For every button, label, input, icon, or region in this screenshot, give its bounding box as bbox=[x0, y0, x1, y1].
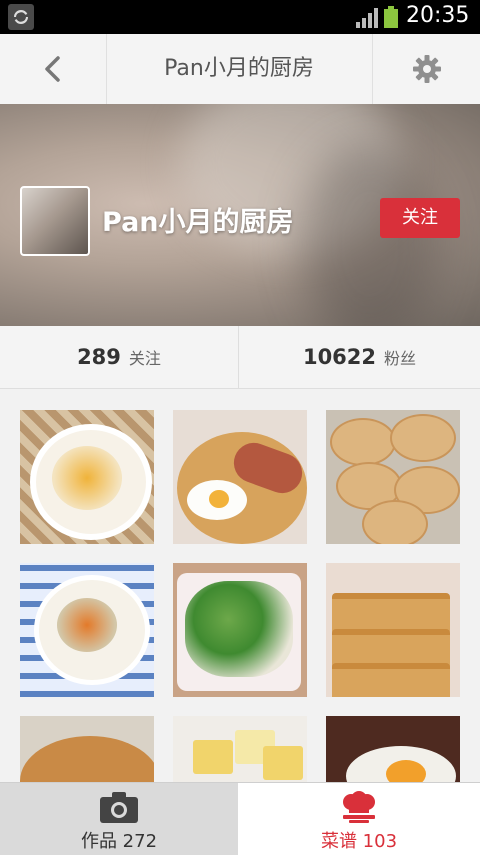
camera-icon bbox=[100, 792, 138, 823]
status-bar: 20:35 bbox=[0, 0, 480, 34]
recipe-thumbnail[interactable] bbox=[173, 716, 307, 782]
recipe-thumbnail[interactable] bbox=[326, 563, 460, 697]
recipe-thumbnail[interactable] bbox=[20, 563, 154, 697]
follow-button[interactable]: 关注 bbox=[380, 198, 460, 238]
stats-bar: 289 关注 10622 粉丝 bbox=[0, 326, 480, 389]
tab-works[interactable]: 作品 272 bbox=[0, 783, 238, 855]
chef-hat-icon bbox=[343, 791, 375, 823]
signal-icon bbox=[356, 8, 378, 28]
status-time: 20:35 bbox=[406, 3, 470, 28]
gear-icon bbox=[413, 55, 441, 83]
battery-icon bbox=[384, 6, 398, 28]
page-title: Pan小月的厨房 bbox=[164, 56, 314, 81]
recipe-thumbnail[interactable] bbox=[20, 716, 154, 782]
back-button[interactable] bbox=[0, 34, 107, 104]
following-count: 289 bbox=[77, 345, 121, 369]
settings-button[interactable] bbox=[372, 34, 480, 104]
bottom-tab-bar: 作品 272 菜谱 103 bbox=[0, 782, 480, 855]
recipe-thumbnail[interactable] bbox=[173, 410, 307, 544]
back-icon bbox=[45, 56, 60, 82]
tab-recipes-label: 菜谱 103 bbox=[320, 831, 398, 852]
recipe-grid bbox=[0, 390, 480, 782]
fans-stat[interactable]: 10622 粉丝 bbox=[239, 326, 480, 388]
profile-name: Pan小月的厨房 bbox=[102, 207, 294, 238]
avatar[interactable] bbox=[20, 186, 90, 256]
following-label: 关注 bbox=[128, 349, 161, 368]
recipe-thumbnail[interactable] bbox=[173, 563, 307, 697]
recipe-thumbnail[interactable] bbox=[326, 716, 460, 782]
recipe-thumbnail[interactable] bbox=[20, 410, 154, 544]
fans-label: 粉丝 bbox=[384, 349, 417, 368]
following-stat[interactable]: 289 关注 bbox=[0, 326, 239, 388]
sync-icon bbox=[8, 4, 34, 30]
tab-works-label: 作品 272 bbox=[80, 831, 158, 852]
fans-count: 10622 bbox=[302, 345, 377, 369]
top-bar: Pan小月的厨房 bbox=[0, 34, 480, 105]
recipe-thumbnail[interactable] bbox=[326, 410, 460, 544]
tab-recipes[interactable]: 菜谱 103 bbox=[238, 783, 480, 855]
